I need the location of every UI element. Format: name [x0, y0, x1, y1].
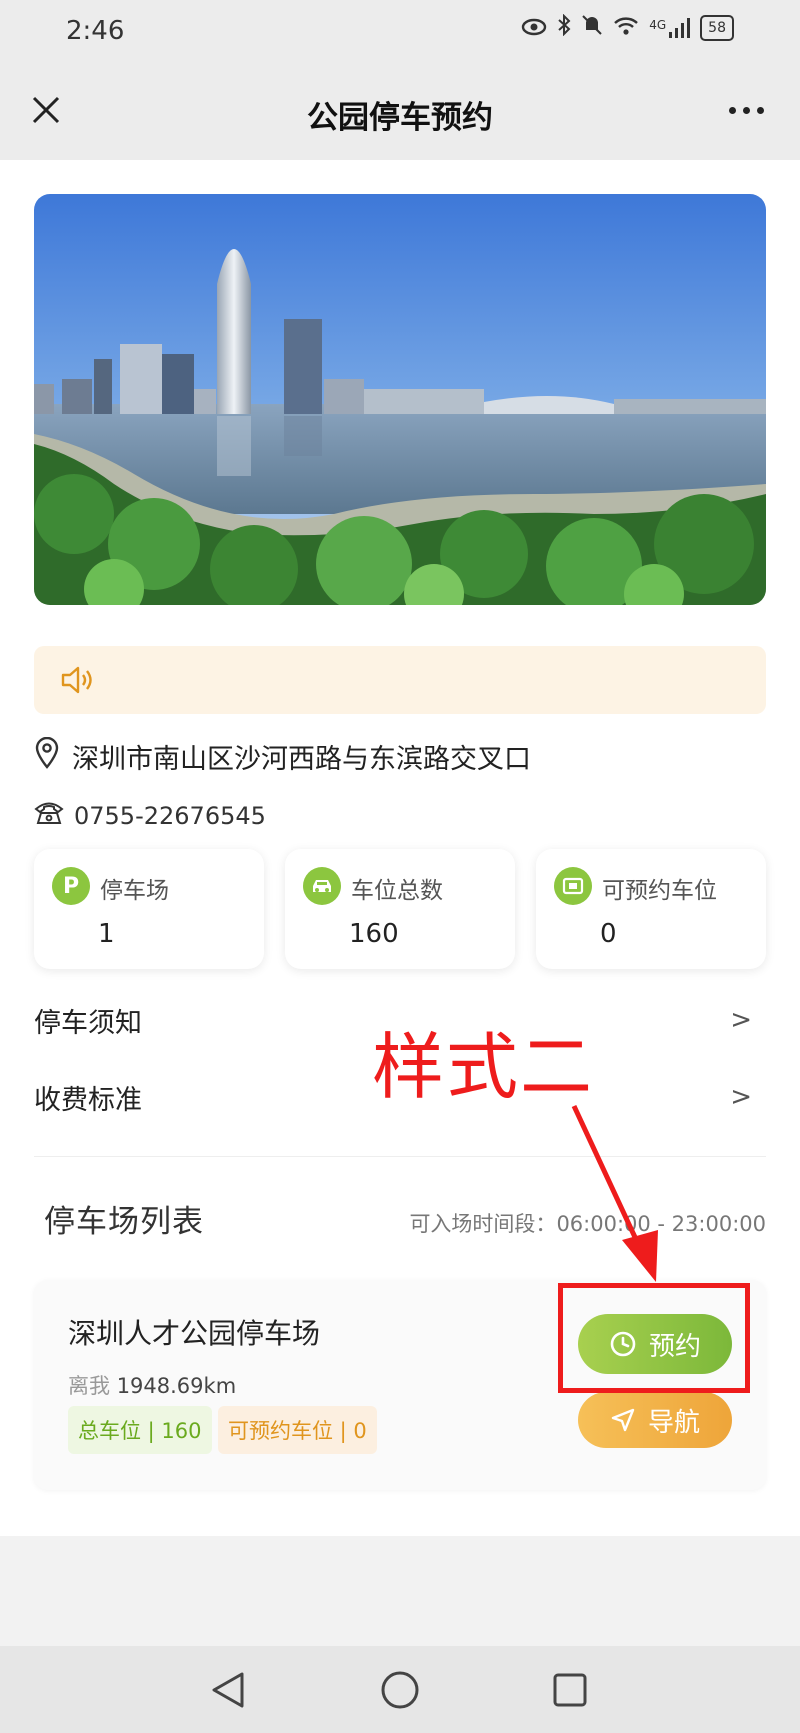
- more-dot: [728, 106, 736, 114]
- recents-square-icon: [553, 1673, 587, 1707]
- navigation-arrow-icon: [611, 1408, 635, 1432]
- notice-bar: [34, 646, 766, 714]
- phone-row[interactable]: 0755-22676545: [34, 796, 266, 836]
- mute-bell-icon: [581, 14, 603, 42]
- eye-icon: [521, 14, 547, 42]
- lot-list-title: 停车场列表: [44, 1204, 204, 1240]
- lot-name: 深圳人才公园停车场: [68, 1317, 321, 1350]
- title-bar: 公园停车预约: [0, 66, 800, 160]
- telephone-icon: [34, 800, 64, 832]
- system-nav-bar: [0, 1646, 800, 1733]
- stat-value: 1: [98, 919, 115, 949]
- park-hero-image: [34, 194, 766, 605]
- reservable-space-icon: [554, 867, 592, 905]
- stat-card-reservable-spaces: 可预约车位 0: [536, 849, 766, 969]
- lot-distance: 离我 1948.69km: [68, 1370, 236, 1400]
- recents-button[interactable]: [544, 1664, 596, 1716]
- navigate-label: 导航: [647, 1407, 700, 1438]
- more-dot: [742, 106, 750, 114]
- bluetooth-icon: [557, 13, 571, 42]
- stat-value: 160: [349, 919, 399, 949]
- status-bar: 2:46 4G 58: [0, 0, 800, 66]
- menu-label: 收费标准: [34, 1084, 142, 1116]
- annotation-highlight-box: [558, 1283, 750, 1393]
- more-options-button[interactable]: [718, 86, 774, 134]
- stat-value: 0: [600, 919, 617, 949]
- more-dot: [756, 106, 764, 114]
- battery-icon: 58: [700, 15, 734, 41]
- stat-label: 停车场: [100, 878, 169, 904]
- address-row[interactable]: 深圳市南山区沙河西路与东滨路交叉口: [34, 734, 531, 778]
- entry-hours-label: 可入场时间段：: [409, 1212, 557, 1236]
- parking-icon: P: [52, 867, 90, 905]
- stat-label: 可预约车位: [602, 878, 717, 904]
- car-icon: [303, 867, 341, 905]
- stat-label: 车位总数: [351, 878, 443, 904]
- distance-value: 1948.69km: [116, 1374, 237, 1398]
- chevron-right-icon: >: [730, 1005, 752, 1035]
- park-address: 深圳市南山区沙河西路与东滨路交叉口: [72, 743, 531, 775]
- menu-label: 停车须知: [34, 1007, 142, 1039]
- distance-label: 离我: [68, 1374, 110, 1398]
- total-spaces-tag: 总车位 | 160: [68, 1406, 212, 1454]
- page-title: 公园停车预约: [307, 100, 493, 136]
- stat-card-total-spaces: 车位总数 160: [285, 849, 515, 969]
- available-spaces-tag: 可预约车位 | 0: [218, 1406, 377, 1454]
- signal-icon: 4G: [649, 18, 691, 38]
- chevron-right-icon: >: [730, 1082, 752, 1112]
- annotation-arrow: [571, 1104, 658, 1282]
- speaker-icon: [60, 664, 96, 696]
- navigate-button[interactable]: 导航: [578, 1392, 732, 1448]
- status-icons: 4G 58: [521, 13, 734, 42]
- wifi-icon: [613, 14, 639, 42]
- location-pin-icon: [34, 736, 60, 776]
- network-type: 4G: [649, 18, 667, 32]
- status-time: 2:46: [66, 16, 125, 46]
- back-button[interactable]: [202, 1664, 254, 1716]
- stat-card-parking-lots: P 停车场 1: [34, 849, 264, 969]
- home-button[interactable]: [374, 1664, 426, 1716]
- park-phone: 0755-22676545: [74, 802, 266, 830]
- home-circle-icon: [381, 1671, 419, 1709]
- back-triangle-icon: [212, 1672, 244, 1708]
